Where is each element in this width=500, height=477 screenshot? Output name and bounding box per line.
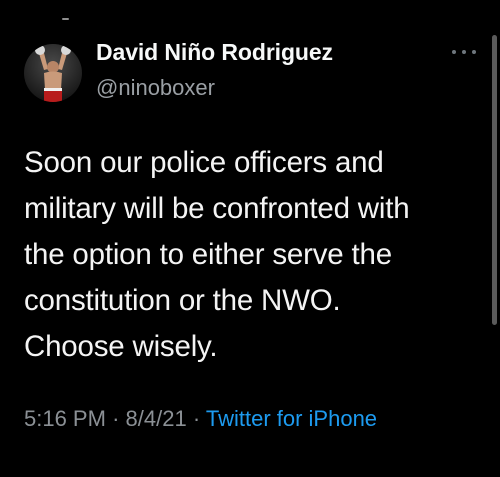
tweet-time[interactable]: 5:16 PM [24, 406, 106, 431]
tweet-text: Soon our police officers and military wi… [24, 140, 489, 370]
author-name[interactable]: David Niño Rodriguez [96, 39, 333, 66]
tweet: David Niño Rodriguez @ninoboxer Soon our… [0, 0, 500, 477]
more-dot [472, 50, 476, 54]
tweet-date[interactable]: 8/4/21 [126, 406, 187, 431]
tweet-source-link[interactable]: Twitter for iPhone [206, 406, 377, 431]
tweet-text-line: Soon our police officers and [24, 146, 384, 179]
more-dot [462, 50, 466, 54]
tweet-text-line: the option to either serve the [24, 238, 392, 271]
author-handle[interactable]: @ninoboxer [96, 75, 215, 101]
meta-separator: · [112, 406, 126, 431]
avatar[interactable] [24, 44, 82, 102]
meta-separator: · [192, 406, 206, 431]
scrollbar[interactable] [492, 35, 497, 325]
tweet-text-line: constitution or the NWO. [24, 284, 341, 317]
tweet-meta: 5:16 PM · 8/4/21 · Twitter for iPhone [24, 406, 377, 432]
more-dot [452, 50, 456, 54]
tweet-text-line: military will be confronted with [24, 192, 410, 225]
avatar-image [24, 44, 82, 102]
more-horizontal-icon[interactable] [452, 45, 476, 59]
tweet-text-line: Choose wisely. [24, 330, 218, 363]
